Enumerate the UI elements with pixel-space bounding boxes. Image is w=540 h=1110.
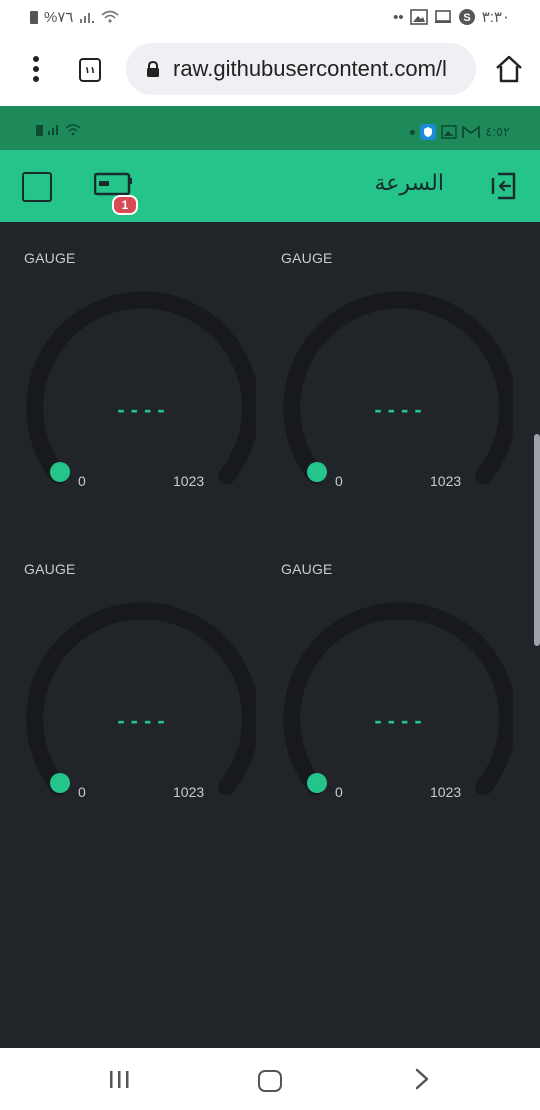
- gauge-track: [283, 602, 513, 796]
- gauge-track: [26, 291, 256, 485]
- exit-icon[interactable]: [488, 170, 520, 202]
- gauge-label: GAUGE: [24, 561, 76, 577]
- battery-icon: [30, 10, 38, 24]
- gauge-max: 1023: [430, 784, 462, 800]
- gauge-value: ----: [117, 397, 171, 422]
- gauge-max: 1023: [173, 473, 205, 489]
- gauge-widget[interactable]: GAUGE ---- 0 1023: [257, 222, 513, 522]
- app-status-time: ٤:٥٢: [485, 124, 510, 139]
- gauge-indicator: [50, 462, 70, 482]
- edit-mode-button[interactable]: [22, 172, 52, 202]
- status-left-group: %٧٦: [30, 8, 119, 26]
- dashboard: GAUGE ---- 0 1023 GAUGE ---- 0 1023 GAUG…: [0, 222, 540, 1048]
- svg-text:S: S: [463, 12, 470, 24]
- gauge-indicator: [307, 462, 327, 482]
- app-gallery-icon: [441, 125, 458, 139]
- battery-percent: %٧٦: [44, 9, 74, 26]
- gauge-min: 0: [335, 473, 343, 489]
- gauge-indicator: [307, 773, 327, 793]
- gauge-track: [283, 291, 513, 485]
- status-right-group: •• S ٣:٣٠: [393, 8, 510, 27]
- gmail-icon: [462, 125, 481, 138]
- gauge-min: 0: [335, 784, 343, 800]
- notification-dot: [410, 129, 416, 135]
- lock-icon: [147, 61, 159, 77]
- gauge-track: [26, 602, 256, 796]
- gauge-widget[interactable]: GAUGE ---- 0 1023: [0, 533, 256, 833]
- back-icon[interactable]: [414, 1068, 430, 1090]
- status-time: ٣:٣٠: [481, 9, 510, 26]
- skype-icon: S: [458, 9, 475, 25]
- gauge-min: 0: [78, 784, 86, 800]
- project-title: السرعة: [374, 170, 444, 195]
- wifi-icon: [101, 10, 119, 23]
- gauge-max: 1023: [173, 784, 205, 800]
- gauge-max: 1023: [430, 473, 462, 489]
- scrollbar-thumb[interactable]: [534, 434, 540, 646]
- gauge-label: GAUGE: [281, 250, 333, 266]
- gallery-icon: [409, 9, 428, 25]
- gauge-value: ----: [374, 397, 428, 422]
- app-toolbar: 1 السرعة: [0, 150, 540, 222]
- shield-icon: [420, 124, 437, 140]
- app-wifi-icon: [65, 124, 81, 136]
- app-status-right: ٤:٥٢: [410, 124, 510, 140]
- gauge-widget[interactable]: GAUGE ---- 0 1023: [0, 222, 256, 522]
- browser-menu-icon[interactable]: [28, 54, 44, 84]
- screen-icon: [434, 10, 451, 23]
- system-status-bar: %٧٦ •• S ٣:٣٠: [0, 0, 540, 34]
- address-bar[interactable]: raw.githubusercontent.com/l: [126, 43, 476, 95]
- recents-icon[interactable]: [108, 1070, 132, 1090]
- home-icon[interactable]: [494, 54, 524, 84]
- notification-dots: ••: [393, 8, 404, 26]
- app-status-left: [36, 124, 81, 136]
- app-status-bar: ٤:٥٢: [0, 106, 540, 150]
- url-text[interactable]: raw.githubusercontent.com/l: [173, 56, 473, 82]
- home-button[interactable]: [258, 1070, 282, 1092]
- gauge-widget[interactable]: GAUGE ---- 0 1023: [257, 533, 513, 833]
- app-battery-icon: [36, 124, 43, 136]
- gauge-label: GAUGE: [281, 561, 333, 577]
- gauge-value: ----: [117, 708, 171, 733]
- gauge-value: ----: [374, 708, 428, 733]
- tab-switcher-button[interactable]: ١١: [79, 58, 101, 82]
- gauge-min: 0: [78, 473, 86, 489]
- notification-badge: 1: [112, 195, 138, 215]
- browser-bar: ١١ raw.githubusercontent.com/l: [0, 34, 540, 106]
- navigation-bar: [0, 1048, 540, 1110]
- gauge-indicator: [50, 773, 70, 793]
- gauge-label: GAUGE: [24, 250, 76, 266]
- app-signal-icon: [48, 125, 58, 135]
- signal-icon: [80, 13, 95, 23]
